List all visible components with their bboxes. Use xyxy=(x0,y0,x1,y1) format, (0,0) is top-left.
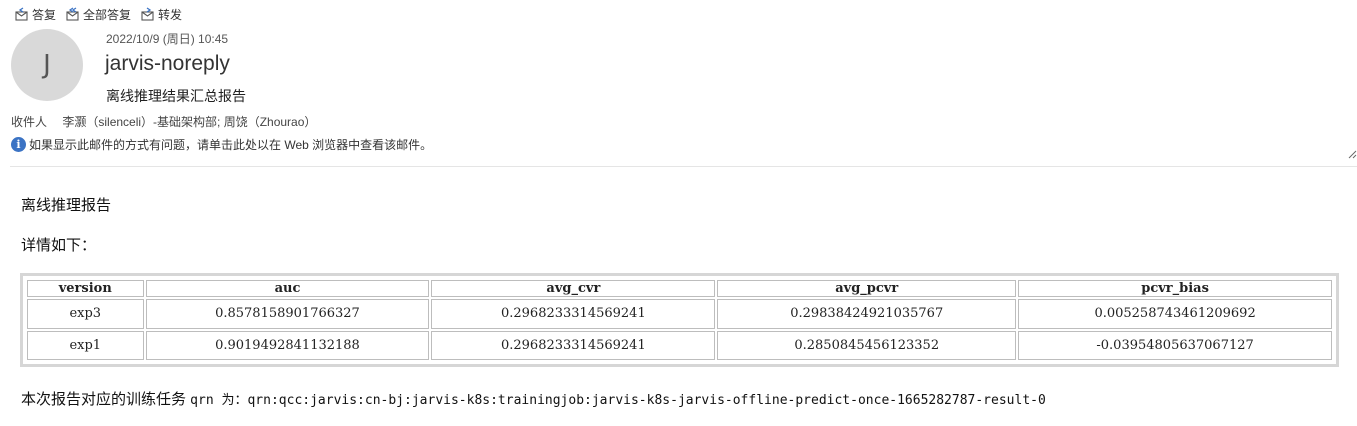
reply-button[interactable]: 答复 xyxy=(14,6,56,23)
reply-icon xyxy=(15,7,28,21)
cell-auc: 0.8578158901766327 xyxy=(145,299,430,329)
forward-icon xyxy=(141,7,154,21)
forward-button[interactable]: 转发 xyxy=(140,6,182,23)
header-divider xyxy=(10,166,1357,167)
footer-qrn: qrn 为：qrn:qcc:jarvis:cn-bj:jarvis-k8s:tr… xyxy=(190,393,1046,408)
message-subject: 离线推理结果汇总报告 xyxy=(106,88,246,104)
reply-label: 答复 xyxy=(32,7,57,22)
report-title: 离线推理报告 xyxy=(21,197,112,214)
cell-auc: 0.9019492841132188 xyxy=(145,330,430,360)
info-text: 如果显示此邮件的方式有问题，请单击此处以在 Web 浏览器中查看该邮件。 xyxy=(29,138,433,152)
recipients-line: 收件人 李灏（silenceli）-基础架构部; 周饶（Zhourao） xyxy=(11,113,316,130)
recipients-label: 收件人 xyxy=(11,115,48,129)
reply-all-button[interactable]: 全部答复 xyxy=(65,6,131,23)
sender-name[interactable]: jarvis-noreply xyxy=(105,52,230,76)
cell-avg-pcvr: 0.2850845456123352 xyxy=(717,330,1017,360)
header-pcvr-bias: pcvr_bias xyxy=(1018,280,1332,297)
cell-avg-pcvr: 0.29838424921035767 xyxy=(717,299,1017,329)
forward-label: 转发 xyxy=(158,7,183,22)
table-row: exp3 0.8578158901766327 0.29682333145692… xyxy=(27,299,1332,329)
footer-prefix: 本次报告对应的训练任务 xyxy=(21,391,191,408)
toolbar: 答复 全部答复 转发 xyxy=(14,5,191,23)
table-header-row: version auc avg_cvr avg_pcvr pcvr_bias xyxy=(27,280,1332,297)
info-bar[interactable]: i 如果显示此邮件的方式有问题，请单击此处以在 Web 浏览器中查看该邮件。 xyxy=(11,136,432,153)
avatar-initial: J xyxy=(43,50,51,80)
header-version: version xyxy=(27,280,144,297)
reply-all-label: 全部答复 xyxy=(83,7,132,22)
recipients-list[interactable]: 李灏（silenceli）-基础架构部; 周饶（Zhourao） xyxy=(62,115,316,129)
results-table-frame: version auc avg_cvr avg_pcvr pcvr_bias e… xyxy=(20,273,1339,367)
results-table: version auc avg_cvr avg_pcvr pcvr_bias e… xyxy=(25,278,1334,362)
cell-version: exp3 xyxy=(27,299,144,329)
table-row: exp1 0.9019492841132188 0.29682333145692… xyxy=(27,330,1332,360)
cell-pcvr-bias: -0.03954805637067127 xyxy=(1018,330,1332,360)
resize-grip-icon[interactable] xyxy=(1347,149,1357,159)
cell-avg-cvr: 0.2968233314569241 xyxy=(431,299,716,329)
report-footer: 本次报告对应的训练任务 qrn 为：qrn:qcc:jarvis:cn-bj:j… xyxy=(21,388,1046,409)
cell-version: exp1 xyxy=(27,330,144,360)
report-detail: 详情如下： xyxy=(21,237,97,254)
info-icon: i xyxy=(11,137,26,152)
header-auc: auc xyxy=(145,280,430,297)
cell-avg-cvr: 0.2968233314569241 xyxy=(431,330,716,360)
header-avg-pcvr: avg_pcvr xyxy=(717,280,1017,297)
cell-pcvr-bias: 0.005258743461209692 xyxy=(1018,299,1332,329)
avatar: J xyxy=(11,29,83,101)
reply-all-icon xyxy=(66,7,79,21)
message-date: 2022/10/9 (周日) 10:45 xyxy=(106,32,229,46)
header-avg-cvr: avg_cvr xyxy=(431,280,716,297)
